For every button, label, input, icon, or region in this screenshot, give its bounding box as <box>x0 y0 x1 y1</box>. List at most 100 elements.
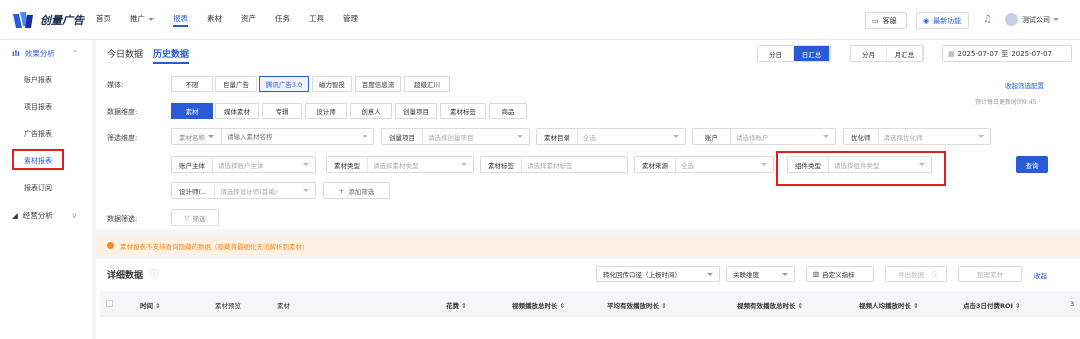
collapse-detail-link[interactable]: 收起 <box>1034 270 1047 280</box>
material-name-select[interactable]: 素材名称 <box>172 129 222 144</box>
logo[interactable]: 创量广告 <box>13 12 84 28</box>
chevron-down-icon <box>978 135 984 138</box>
dimension-option[interactable]: 创意人 <box>350 103 392 119</box>
column-header-truncated: 3 <box>1070 300 1075 308</box>
chevron-down-icon <box>303 163 309 166</box>
select-all-checkbox[interactable] <box>106 300 113 307</box>
column-header-time[interactable]: 时间 ⇕ <box>140 300 161 310</box>
material-name-field: 素材名称 ⌕ <box>171 128 374 145</box>
nav-tools[interactable]: 工具 <box>309 13 324 27</box>
chevron-down-icon <box>517 135 523 138</box>
columns-icon: ▥ <box>813 270 820 278</box>
search-icon[interactable]: ⌕ <box>363 132 367 141</box>
nav-tasks[interactable]: 任务 <box>275 13 290 27</box>
chevron-up-icon: ^ <box>72 48 79 58</box>
optimizer-field[interactable]: 优化师 请选择优化师 <box>843 128 991 145</box>
material-source-field[interactable]: 素材来源 全选 <box>634 156 774 173</box>
help-icon[interactable]: ⓘ <box>150 268 158 279</box>
sidebar-group-effect[interactable]: ılı 效果分析 ^ <box>0 44 92 62</box>
designer-field[interactable]: 设计师(... 请选择设计师(首编) <box>171 182 316 199</box>
filter-icon: ▽ <box>184 213 190 222</box>
dimension-option[interactable]: 商品 <box>489 103 527 119</box>
warning-icon <box>107 242 114 249</box>
conversion-caliber-select[interactable]: 转化回传口径（上报时间） <box>596 266 720 282</box>
nav-reports[interactable]: 报表 <box>173 13 188 27</box>
account-field[interactable]: 账户 请选择账户 <box>692 128 836 145</box>
nav-assets[interactable]: 资产 <box>241 13 256 27</box>
tab-today[interactable]: 今日数据 <box>107 47 143 64</box>
sidebar-group-operation[interactable]: ◢ 经营分析 v <box>0 206 92 224</box>
nav-home[interactable]: 首页 <box>96 13 111 27</box>
plus-icon: + <box>338 186 345 195</box>
granularity-daily-summary[interactable]: 日汇总 <box>794 46 830 61</box>
customer-service-button[interactable]: ▭ 客服 <box>865 12 907 29</box>
granularity-monthly-summary[interactable]: 月汇总 <box>887 46 923 61</box>
media-option[interactable]: 腾讯广告3.0 <box>259 76 309 92</box>
calendar-icon: ▦ <box>948 49 955 58</box>
material-tag-field[interactable]: 素材标签 请选择素材标签 <box>480 156 628 173</box>
chat-icon: ▭ <box>872 16 879 25</box>
table-header: 时间 ⇕ 素材预览 素材 花费 ⇕ 视频播放总时长 ⇕ 平均有效播放时长 ⇕ 视… <box>100 291 1080 316</box>
query-button[interactable]: 查询 <box>1016 156 1048 173</box>
granularity-month-group: 分月 月汇总 <box>850 45 924 62</box>
column-header-3day-roi[interactable]: 点击3日付费ROI ⇕ <box>963 300 1021 310</box>
update-time-note: 预计每日更新时间9:45 <box>975 99 1037 106</box>
column-header-avg-effective-play[interactable]: 平均有效播放时长 ⇕ <box>607 300 667 310</box>
nav-promotion[interactable]: 推广 <box>130 13 154 27</box>
sidebar-item-report-subscription[interactable]: 报表订阅 <box>0 183 92 193</box>
export-button[interactable]: 导出数据 ⓘ <box>885 266 947 282</box>
sidebar-item-ad-report[interactable]: 广告报表 <box>0 129 92 139</box>
date-range-picker[interactable]: ▦ 2025-07-07 至 2025-07-07 <box>942 45 1072 62</box>
granularity-monthly[interactable]: 分月 <box>851 46 887 61</box>
dimension-option[interactable]: 素材标签 <box>440 103 486 119</box>
column-header-cost[interactable]: 花费 ⇕ <box>446 300 467 310</box>
data-filter-button[interactable]: ▽ 筛选 <box>171 209 219 226</box>
dimension-option[interactable]: 素材 <box>171 103 213 119</box>
chevron-down-icon <box>148 17 154 21</box>
column-header-video-play-total[interactable]: 视频播放总时长 ⇕ <box>512 300 565 310</box>
media-option[interactable]: 超级汇川 <box>404 76 450 92</box>
column-header-avg-play-per-user[interactable]: 视频人均播放时长 ⇕ <box>859 300 919 310</box>
sidebar-item-project-report[interactable]: 项目报表 <box>0 102 92 112</box>
collapse-filter-link[interactable]: 收起筛选配置 <box>1005 80 1044 90</box>
relation-dimension-select[interactable]: 关联维度 <box>726 266 795 282</box>
granularity-daily[interactable]: 分日 <box>758 46 794 61</box>
account-subject-field[interactable]: 账户主体 请选择账户主体 <box>171 156 316 173</box>
chevron-down-icon <box>461 163 467 166</box>
project-field[interactable]: 创量项目 请选择创量项目 <box>381 128 530 145</box>
table-body <box>100 316 1080 339</box>
dimension-option[interactable]: 设计师 <box>305 103 347 119</box>
logo-icon <box>13 12 33 28</box>
data-filter-label: 数据筛选: <box>107 215 138 223</box>
custom-metrics-button[interactable]: ▥ 自定义指标 <box>806 266 874 282</box>
filter-dimension-label: 筛选维度: <box>107 134 138 142</box>
material-name-input[interactable] <box>222 132 364 141</box>
nav-manage[interactable]: 管理 <box>343 13 358 27</box>
column-header-effective-play-total[interactable]: 视频有效播放总时长 ⇕ <box>737 300 803 310</box>
media-option[interactable]: 不限 <box>171 76 213 92</box>
dimension-option[interactable]: 专辑 <box>262 103 302 119</box>
avatar <box>1005 13 1018 26</box>
dimension-option[interactable]: 创量项目 <box>395 103 437 119</box>
new-features-button[interactable]: ◉ 最新功能 <box>916 12 969 29</box>
media-option[interactable]: 巨量广告 <box>215 76 257 92</box>
chevron-down-icon <box>823 135 829 138</box>
tab-history[interactable]: 历史数据 <box>153 47 190 64</box>
main-nav: 首页 推广 报表 素材 资产 任务 工具 管理 <box>96 13 377 27</box>
material-type-field[interactable]: 素材类型 请选择素材类型 <box>326 156 474 173</box>
help-icon: ⓘ <box>932 271 939 279</box>
bar-chart-icon: ◢ <box>12 210 18 220</box>
sidebar-item-account-report[interactable]: 账户报表 <box>0 75 92 85</box>
bell-icon[interactable]: ♫ <box>983 14 992 25</box>
dimension-option[interactable]: 媒体素材 <box>215 103 259 119</box>
catalog-field[interactable]: 素材目录 全选 <box>536 128 686 145</box>
nav-materials[interactable]: 素材 <box>207 13 222 27</box>
media-option[interactable]: 磁力智投 <box>312 76 352 92</box>
user-menu[interactable]: 测试公司 <box>1005 13 1059 26</box>
sort-materials-button[interactable]: 整理素材 <box>958 266 1022 282</box>
media-option[interactable]: 百度信息流 <box>355 76 401 92</box>
chevron-down-icon <box>673 135 679 138</box>
column-header-material: 素材 <box>277 302 290 310</box>
add-filter-button[interactable]: + 添加筛选 <box>323 182 390 199</box>
chevron-down-icon <box>707 272 713 276</box>
